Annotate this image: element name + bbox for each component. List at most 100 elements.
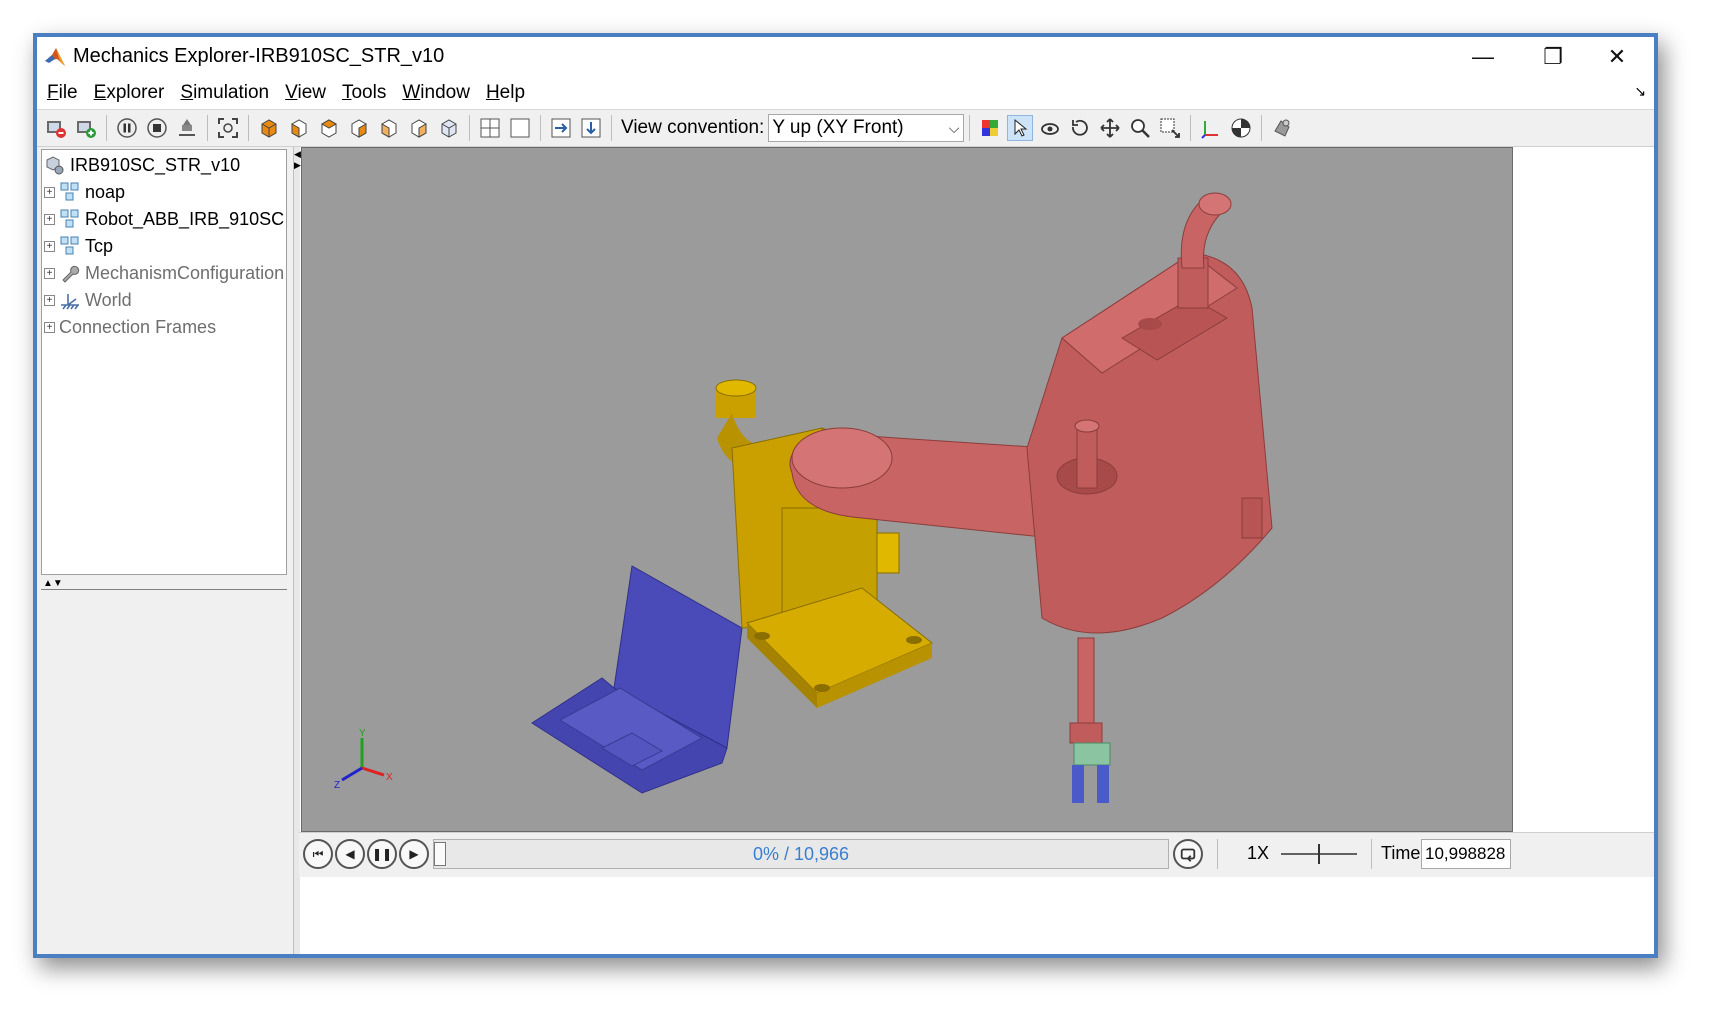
tree-item-label: MechanismConfiguration <box>85 262 285 283</box>
menu-simulation[interactable]: Simulation <box>180 82 269 104</box>
view-convention-value: Y up (XY Front) <box>772 117 904 138</box>
color-button[interactable] <box>977 115 1003 141</box>
menu-view[interactable]: View <box>285 82 326 104</box>
close-button[interactable]: ✕ <box>1586 37 1648 77</box>
toolbar: View convention: Y up (XY Front) ⌵ <box>37 109 1654 147</box>
four-tile-icon <box>480 118 500 138</box>
expand-icon[interactable]: + <box>44 240 55 252</box>
single-tile-button[interactable] <box>507 115 533 141</box>
tree-item-tcp[interactable]: + Tcp <box>44 233 113 259</box>
convex-hull-icon <box>1274 119 1290 137</box>
expand-icon[interactable]: + <box>44 213 55 225</box>
scene: Y X Z <box>334 192 1273 803</box>
time-label: Time <box>1381 843 1421 863</box>
pane-divider[interactable] <box>41 589 287 590</box>
frames-button[interactable] <box>1198 115 1224 141</box>
stop-button[interactable] <box>144 115 170 141</box>
maximize-button[interactable]: ❐ <box>1522 37 1584 77</box>
convex-hull-button[interactable] <box>1269 115 1295 141</box>
rotate-button[interactable] <box>1037 115 1063 141</box>
loop-button[interactable] <box>1173 839 1203 869</box>
time-input[interactable]: 10,998828 <box>1421 839 1511 869</box>
ground-button[interactable] <box>174 115 200 141</box>
collapse-arrow-icon[interactable]: ◀ ▶ <box>294 149 301 171</box>
tree-item-world[interactable]: + World <box>44 287 132 313</box>
step-back-button[interactable]: ◀ <box>335 839 365 869</box>
view-convention-select[interactable]: Y up (XY Front) ⌵ <box>768 114 965 142</box>
3d-viewport[interactable]: Y X Z <box>301 147 1513 832</box>
robot-base-model <box>715 379 933 708</box>
minimize-button[interactable]: — <box>1452 37 1514 77</box>
playback-progress-bar[interactable]: 0% / 10,966 <box>433 839 1169 869</box>
playback-speed-slider[interactable] <box>1279 841 1359 867</box>
split-horizontal-button[interactable] <box>548 115 574 141</box>
subsystem-icon <box>59 208 81 230</box>
play-button[interactable]: ▶ <box>399 839 429 869</box>
split-vertical-button[interactable] <box>578 115 604 141</box>
expand-icon[interactable]: + <box>44 321 55 333</box>
single-tile-icon <box>510 118 530 138</box>
menu-explorer[interactable]: Explorer <box>94 82 165 104</box>
box-zoom-icon <box>1160 118 1181 138</box>
toolbar-separator <box>469 115 470 141</box>
matlab-logo-icon <box>43 45 67 69</box>
tree-item-noap[interactable]: + noap <box>44 179 125 205</box>
iso-view-button[interactable] <box>256 115 282 141</box>
select-button[interactable] <box>1007 115 1034 141</box>
tree-item-robot[interactable]: + Robot_ABB_IRB_910SC <box>44 206 284 232</box>
menu-help[interactable]: Help <box>486 82 525 104</box>
world-frame-icon <box>59 289 81 311</box>
skip-back-icon: ⏮ <box>312 846 324 861</box>
wrench-icon <box>59 262 81 284</box>
back-view-button[interactable] <box>316 115 342 141</box>
rewind-button[interactable]: ⏮ <box>303 839 333 869</box>
pan-button[interactable] <box>1097 115 1123 141</box>
bottom-view-button[interactable] <box>436 115 462 141</box>
left-view-button[interactable] <box>346 115 372 141</box>
pause-icon: ❚❚ <box>371 847 393 861</box>
menu-tools[interactable]: Tools <box>342 82 386 104</box>
expand-icon[interactable]: + <box>44 294 55 306</box>
playback-speed-label: 1X <box>1247 843 1270 863</box>
center-of-mass-button[interactable] <box>1228 115 1254 141</box>
save-view-icon <box>77 121 96 138</box>
subsystem-icon <box>59 235 81 257</box>
fit-to-view-icon <box>218 118 238 138</box>
subsystem-icon <box>59 181 81 203</box>
front-view-icon <box>291 119 307 138</box>
select-icon <box>1014 118 1028 137</box>
tree-item-label: noap <box>85 181 126 202</box>
pane-resize-arrows-icon[interactable]: ▲▼ <box>43 578 63 589</box>
axis-label-y: Y <box>359 728 366 739</box>
back-view-icon <box>320 119 338 138</box>
color-icon <box>982 120 999 136</box>
tree-item-connection-frames[interactable]: + Connection Frames <box>44 314 216 340</box>
iso-view-icon <box>261 119 277 138</box>
reset-camera-button[interactable] <box>43 115 69 141</box>
toolbar-separator <box>540 115 541 141</box>
tree-item-mechanism-configuration[interactable]: + MechanismConfiguration <box>44 260 284 286</box>
step-back-icon: ◀ <box>345 847 355 861</box>
front-view-button[interactable] <box>286 115 312 141</box>
zoom-button[interactable] <box>1127 115 1153 141</box>
expand-icon[interactable]: + <box>44 267 55 279</box>
four-tile-button[interactable] <box>477 115 503 141</box>
menu-window[interactable]: Window <box>402 82 470 104</box>
save-view-button[interactable] <box>73 115 99 141</box>
roll-button[interactable] <box>1067 115 1093 141</box>
pause-button[interactable] <box>114 115 140 141</box>
chevron-down-icon: ⌵ <box>948 120 960 136</box>
toolbar-separator <box>106 115 107 141</box>
fit-to-view-button[interactable] <box>215 115 241 141</box>
menu-file[interactable]: File <box>47 82 78 104</box>
undock-arrow-icon[interactable]: ↘ <box>1634 83 1646 100</box>
pause-playback-button[interactable]: ❚❚ <box>367 839 397 869</box>
model-tree-pane: IRB910SC_STR_v10 + noap + Robot_ABB_IRB_… <box>37 147 293 954</box>
right-view-button[interactable] <box>376 115 402 141</box>
expand-icon[interactable]: + <box>44 186 55 198</box>
box-zoom-button[interactable] <box>1157 115 1183 141</box>
tree-root[interactable]: IRB910SC_STR_v10 <box>44 152 240 178</box>
toolbar-separator <box>248 115 249 141</box>
top-view-button[interactable] <box>406 115 432 141</box>
split-horizontal-icon <box>551 118 571 138</box>
